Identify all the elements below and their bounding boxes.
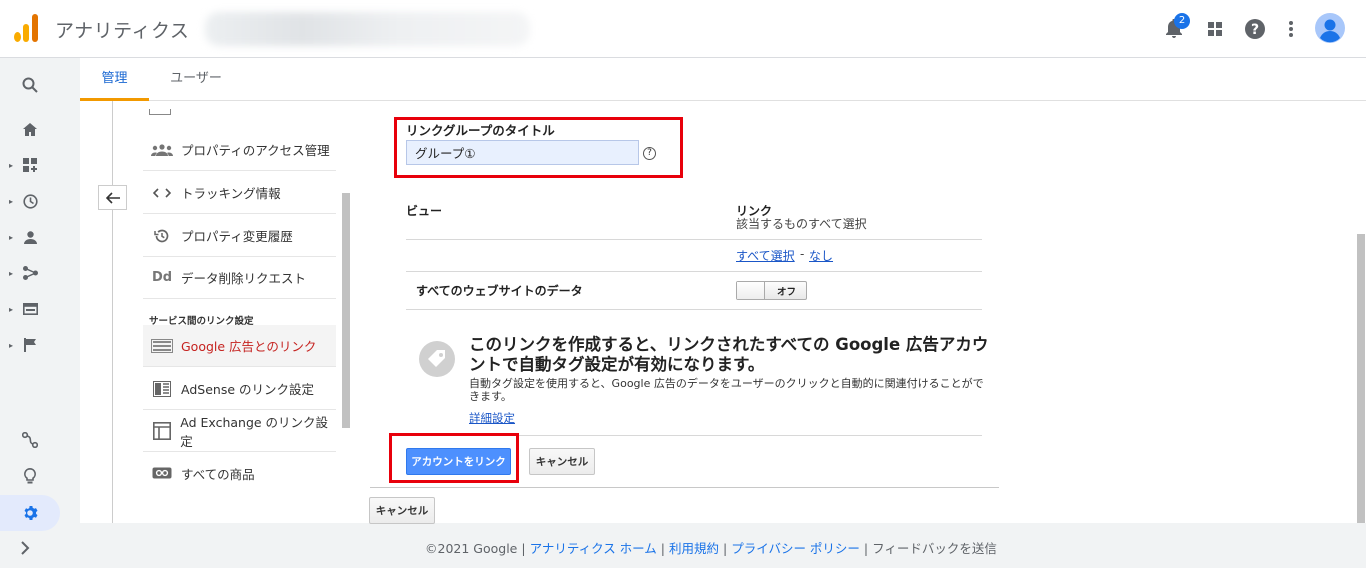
- auto-tagging-description: 自動タグ設定を使用すると、Google 広告のデータをユーザーのクリックと自動的…: [469, 377, 984, 403]
- column-divider: [112, 101, 113, 523]
- help-icon[interactable]: ?: [643, 147, 656, 160]
- group-title-label: リンクグループのタイトル: [406, 123, 555, 138]
- view-row-label: すべてのウェブサイトのデータ: [416, 284, 583, 298]
- history-icon: [149, 228, 175, 244]
- attribution-icon[interactable]: [0, 422, 60, 458]
- property-menu: プロパティのアクセス管理 トラッキング情報 プロパティ変更履歴 Dd データ削除…: [143, 101, 338, 523]
- account-selector[interactable]: [205, 12, 530, 46]
- footer-separator: |: [722, 541, 728, 556]
- menu-item-label: プロパティのアクセス管理: [181, 143, 330, 158]
- toggle-state: オフ: [777, 287, 797, 298]
- select-all-link[interactable]: すべて選択: [736, 247, 795, 264]
- terms-link[interactable]: 利用規約: [669, 541, 719, 556]
- home-icon[interactable]: [0, 111, 60, 147]
- top-bar: アナリティクス 2 ?: [0, 0, 1366, 58]
- footer: ©2021 Google | アナリティクス ホーム | 利用規約 | プライバ…: [0, 523, 1366, 568]
- content-scrollbar[interactable]: [1357, 234, 1365, 523]
- menu-item-all-products[interactable]: すべての商品: [143, 452, 336, 494]
- menu-item-label: データ削除リクエスト: [181, 271, 307, 286]
- privacy-link[interactable]: プライバシー ポリシー: [731, 541, 860, 556]
- menu-item-property-access[interactable]: プロパティのアクセス管理: [143, 129, 336, 171]
- menu-item-adsense-links[interactable]: AdSense のリンク設定: [143, 368, 336, 410]
- people-icon: [149, 143, 175, 156]
- conversions-icon[interactable]: ▸: [0, 327, 60, 363]
- footer-separator: |: [521, 541, 526, 556]
- footer-separator: |: [660, 541, 665, 556]
- adexchange-icon: [149, 421, 174, 440]
- feedback-link[interactable]: フィードバックを送信: [872, 541, 997, 556]
- ads-icon: [149, 338, 175, 353]
- select-none-link[interactable]: なし: [809, 247, 833, 264]
- menu-item-label: AdSense のリンク設定: [181, 382, 314, 397]
- back-button[interactable]: [98, 185, 127, 210]
- link-account-button[interactable]: アカウントをリンク: [406, 448, 511, 475]
- toggle-knob: [737, 282, 765, 299]
- view-header: ビュー: [406, 204, 443, 218]
- divider: [406, 271, 982, 272]
- view-link-toggle[interactable]: オフ: [736, 281, 807, 300]
- code-icon: [149, 187, 175, 198]
- avatar[interactable]: [1315, 13, 1345, 43]
- cancel-button[interactable]: キャンセル: [529, 448, 595, 475]
- menu-item-tracking-info[interactable]: トラッキング情報: [143, 172, 336, 214]
- details-link[interactable]: 詳細設定: [469, 410, 515, 426]
- realtime-icon[interactable]: ▸: [0, 183, 60, 219]
- analytics-home-link[interactable]: アナリティクス ホーム: [530, 541, 657, 556]
- discover-icon[interactable]: [0, 458, 60, 494]
- menu-item-label: プロパティ変更履歴: [181, 229, 293, 244]
- menu-item-adexchange-links[interactable]: Ad Exchange のリンク設定: [143, 410, 336, 452]
- link-icon: [149, 467, 175, 479]
- menu-item-label: トラッキング情報: [181, 186, 281, 201]
- divider: [406, 239, 982, 240]
- menu-item-data-deletion[interactable]: Dd データ削除リクエスト: [143, 257, 336, 299]
- menu-item-icon: [149, 109, 171, 115]
- group-title-input[interactable]: [406, 140, 639, 165]
- analytics-logo-icon[interactable]: [14, 14, 40, 42]
- app-title: アナリティクス: [55, 20, 190, 42]
- divider: [370, 487, 999, 488]
- admin-tabs: 管理 ユーザー: [80, 58, 1366, 101]
- more-vert-icon[interactable]: [1279, 17, 1303, 41]
- menu-item-google-ads-links[interactable]: Google 広告とのリンク: [143, 325, 336, 367]
- acquisition-icon[interactable]: ▸: [0, 255, 60, 291]
- left-nav: ▸ ▸ ▸ ▸ ▸ ▸: [0, 58, 80, 568]
- search-icon[interactable]: [0, 67, 60, 103]
- customization-icon[interactable]: ▸: [0, 147, 60, 183]
- menu-item-label: Ad Exchange のリンク設定: [180, 414, 329, 449]
- menu-item-change-history[interactable]: プロパティ変更履歴: [143, 215, 336, 257]
- copyright: ©2021 Google: [425, 541, 518, 556]
- data-deletion-icon: Dd: [151, 270, 173, 285]
- footer-separator: |: [863, 541, 869, 556]
- main-content: プロパティのアクセス管理 トラッキング情報 プロパティ変更履歴 Dd データ削除…: [80, 101, 1366, 524]
- tab-user[interactable]: ユーザー: [160, 58, 232, 101]
- divider: [406, 309, 982, 310]
- menu-scrollbar[interactable]: [342, 193, 350, 428]
- separator: -: [800, 247, 805, 261]
- auto-tagging-heading: このリンクを作成すると、リンクされたすべての Google 広告アカウントで自動…: [469, 335, 989, 374]
- link-subheader: 該当するものすべて選択: [736, 217, 867, 231]
- apps-grid-icon[interactable]: [1203, 17, 1227, 41]
- help-icon[interactable]: ?: [1243, 17, 1267, 41]
- footer-links: ©2021 Google | アナリティクス ホーム | 利用規約 | プライバ…: [425, 538, 997, 557]
- svg-text:?: ?: [1251, 22, 1259, 38]
- notification-badge: 2: [1174, 13, 1190, 29]
- tab-admin[interactable]: 管理: [80, 58, 149, 101]
- menu-item-label: Google 広告とのリンク: [181, 339, 317, 354]
- menu-item-label: すべての商品: [181, 466, 255, 482]
- outer-cancel-button[interactable]: キャンセル: [369, 497, 435, 524]
- audience-icon[interactable]: ▸: [0, 219, 60, 255]
- behavior-icon[interactable]: ▸: [0, 291, 60, 327]
- tag-icon: [419, 341, 455, 377]
- adsense-icon: [149, 380, 175, 397]
